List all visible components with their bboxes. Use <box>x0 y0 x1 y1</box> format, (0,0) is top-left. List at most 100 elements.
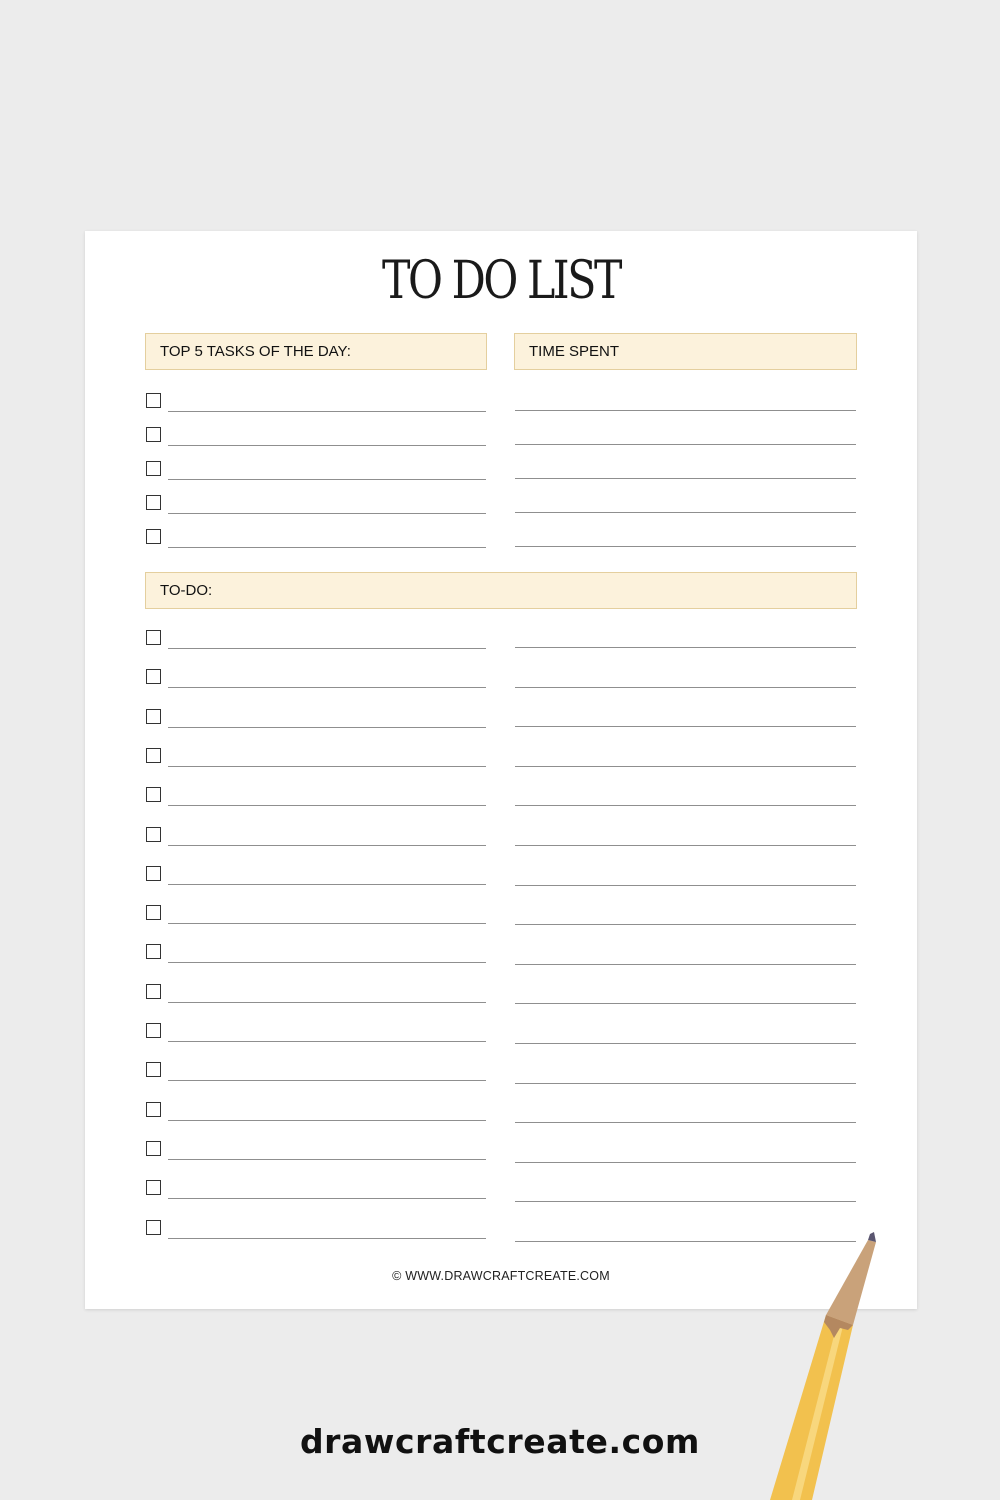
checkbox[interactable] <box>146 944 161 960</box>
write-in-line[interactable] <box>168 445 486 446</box>
checkbox[interactable] <box>146 905 161 921</box>
write-in-line[interactable] <box>515 686 856 688</box>
checkbox[interactable] <box>146 708 161 724</box>
checkbox[interactable] <box>146 669 161 685</box>
todo-row <box>146 905 486 925</box>
checkbox[interactable] <box>146 1219 161 1235</box>
time-spent-row <box>515 494 856 514</box>
write-in-line[interactable] <box>168 1001 486 1003</box>
write-in-line[interactable] <box>515 1082 856 1084</box>
todo-note-row <box>515 985 856 1005</box>
checkbox[interactable] <box>146 1180 161 1196</box>
write-in-line[interactable] <box>168 1080 486 1082</box>
checkbox[interactable] <box>146 747 161 763</box>
write-in-line[interactable] <box>515 546 856 547</box>
todo-row <box>146 669 486 689</box>
time-spent-row <box>515 426 856 446</box>
checkbox[interactable] <box>146 1101 161 1117</box>
write-in-line[interactable] <box>168 844 486 846</box>
write-in-line[interactable] <box>168 883 486 885</box>
top-task-row <box>146 529 486 549</box>
write-in-line[interactable] <box>515 1003 856 1005</box>
write-in-line[interactable] <box>515 1122 856 1124</box>
todo-row <box>146 708 486 729</box>
checkbox[interactable] <box>146 529 161 544</box>
todo-note-row <box>515 787 856 807</box>
write-in-line[interactable] <box>168 726 486 728</box>
checkbox[interactable] <box>146 1140 161 1156</box>
checkbox[interactable] <box>146 983 161 999</box>
write-in-line[interactable] <box>168 479 486 480</box>
checkbox[interactable] <box>146 865 161 881</box>
write-in-line[interactable] <box>515 963 856 965</box>
write-in-line[interactable] <box>168 547 486 548</box>
todo-note-row <box>515 827 856 847</box>
todo-row <box>146 1219 486 1240</box>
todo-row <box>146 630 486 650</box>
todo-note-row <box>515 1144 856 1164</box>
write-in-line[interactable] <box>168 962 486 964</box>
write-in-line[interactable] <box>515 845 856 846</box>
write-in-line[interactable] <box>168 513 486 514</box>
todo-row <box>146 983 486 1004</box>
checkbox[interactable] <box>146 427 161 442</box>
page-title: TO DO LIST <box>382 251 622 311</box>
todo-row <box>146 1023 486 1043</box>
write-in-line[interactable] <box>515 647 856 648</box>
time-spent-row <box>515 460 856 480</box>
write-in-line[interactable] <box>515 924 856 926</box>
todo-row <box>146 1062 486 1082</box>
todo-note-row <box>515 708 856 728</box>
checkbox[interactable] <box>146 393 161 408</box>
todo-row <box>146 944 486 964</box>
write-in-line[interactable] <box>515 1043 856 1044</box>
write-in-line[interactable] <box>515 1201 856 1203</box>
pencil-icon <box>770 1232 876 1500</box>
write-in-line[interactable] <box>168 1158 486 1160</box>
write-in-line[interactable] <box>168 411 486 412</box>
todo-row <box>146 865 486 886</box>
checkbox[interactable] <box>146 1023 161 1038</box>
checkbox[interactable] <box>146 461 161 476</box>
todo-row <box>146 1101 486 1122</box>
write-in-line[interactable] <box>168 1198 486 1200</box>
todo-note-row <box>515 867 856 887</box>
todo-note-row <box>515 748 856 768</box>
checkbox[interactable] <box>146 495 161 510</box>
todo-row <box>146 787 486 807</box>
write-in-line[interactable] <box>168 1119 486 1121</box>
todo-note-row <box>515 629 856 649</box>
checkbox[interactable] <box>146 630 161 645</box>
top-task-row <box>146 393 486 413</box>
write-in-line[interactable] <box>168 923 486 925</box>
write-in-line[interactable] <box>168 687 486 689</box>
top-task-row <box>146 461 486 481</box>
write-in-line[interactable] <box>168 1041 486 1042</box>
todo-note-row <box>515 1183 856 1203</box>
todo-row <box>146 1140 486 1161</box>
write-in-line[interactable] <box>515 512 856 513</box>
write-in-line[interactable] <box>515 1161 856 1163</box>
write-in-line[interactable] <box>515 410 856 411</box>
todo-note-row <box>515 1104 856 1124</box>
time-spent-row <box>515 392 856 412</box>
write-in-line[interactable] <box>515 805 856 807</box>
write-in-line[interactable] <box>515 765 856 767</box>
time-spent-row <box>515 528 856 548</box>
checkbox[interactable] <box>146 1062 161 1078</box>
write-in-line[interactable] <box>515 726 856 728</box>
write-in-line[interactable] <box>515 444 856 445</box>
top-task-row <box>146 427 486 447</box>
todo-note-row <box>515 1025 856 1045</box>
todo-note-row <box>515 946 856 966</box>
todo-list-sheet: TO DO LIST TOP 5 TASKS OF THE DAY: TIME … <box>85 231 917 1309</box>
write-in-line[interactable] <box>515 478 856 479</box>
write-in-line[interactable] <box>168 648 486 649</box>
write-in-line[interactable] <box>515 884 856 886</box>
checkbox[interactable] <box>146 787 161 803</box>
write-in-line[interactable] <box>168 1237 486 1239</box>
checkbox[interactable] <box>146 826 161 842</box>
write-in-line[interactable] <box>168 765 486 767</box>
write-in-line[interactable] <box>168 805 486 807</box>
todo-header: TO-DO: <box>145 572 857 609</box>
